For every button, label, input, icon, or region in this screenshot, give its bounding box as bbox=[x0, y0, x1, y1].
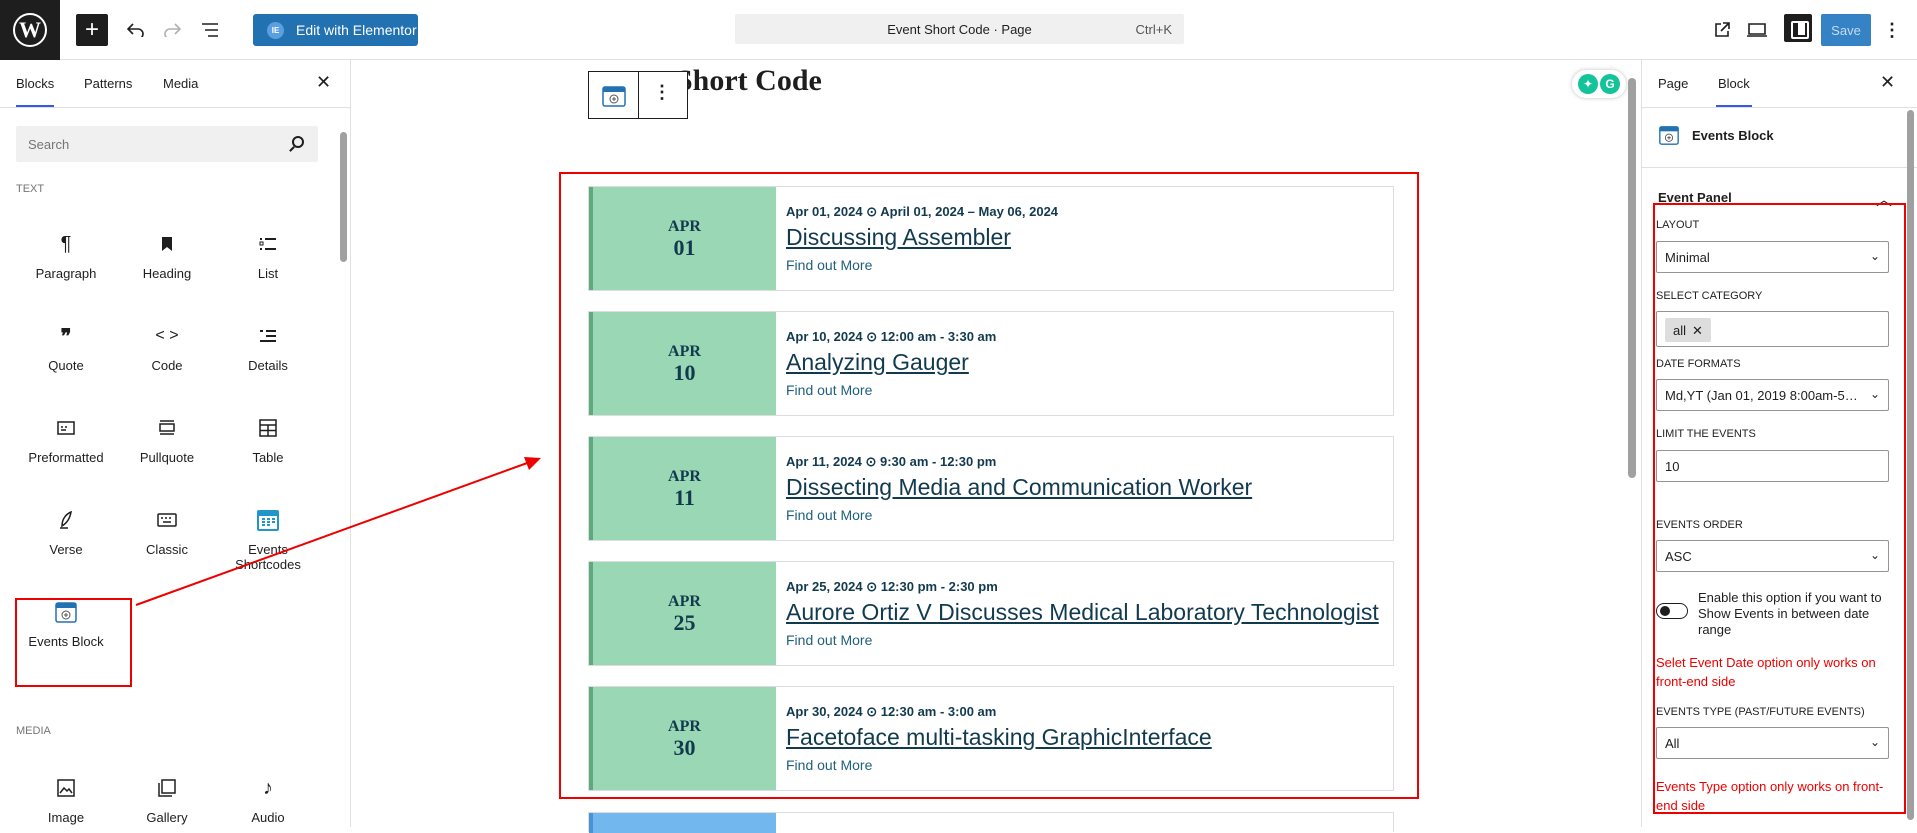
tab-block[interactable]: Block bbox=[1716, 76, 1752, 107]
events-type-label: EVENTS TYPE (PAST/FUTURE EVENTS) bbox=[1656, 706, 1865, 718]
settings-sidebar: Page Block ✕ Events Block Event Panel ︿ … bbox=[1641, 60, 1917, 827]
category-token: all ✕ bbox=[1665, 318, 1711, 342]
type-warning-text: Events Type option only works on front-e… bbox=[1656, 779, 1884, 813]
layout-value: Minimal bbox=[1665, 250, 1710, 265]
date-formats-value: Md,YT (Jan 01, 2019 8:00am-5:00pm) bbox=[1665, 388, 1886, 403]
date-range-toggle[interactable] bbox=[1656, 603, 1688, 619]
close-sidebar-icon[interactable]: ✕ bbox=[1880, 72, 1895, 93]
limit-label: LIMIT THE EVENTS bbox=[1656, 428, 1756, 440]
category-token-label: all bbox=[1673, 323, 1687, 338]
date-formats-label: DATE FORMATS bbox=[1656, 358, 1741, 370]
date-range-toggle-label: Enable this option if you want to Show E… bbox=[1698, 590, 1882, 637]
category-label: SELECT CATEGORY bbox=[1656, 290, 1763, 302]
order-value: ASC bbox=[1665, 549, 1692, 564]
chevron-down-icon: ⌄ bbox=[1869, 387, 1880, 401]
order-label: EVENTS ORDER bbox=[1656, 519, 1743, 531]
chevron-down-icon: ⌄ bbox=[1869, 548, 1880, 562]
chevron-down-icon: ⌄ bbox=[1869, 249, 1880, 263]
layout-label: LAYOUT bbox=[1656, 219, 1700, 231]
layout-select[interactable]: Minimal ⌄ bbox=[1656, 241, 1889, 273]
tab-page[interactable]: Page bbox=[1658, 76, 1688, 91]
category-token-field[interactable]: all ✕ bbox=[1656, 311, 1889, 347]
date-warning-text: Selet Event Date option only works on fr… bbox=[1656, 655, 1876, 689]
annotation-arrow bbox=[135, 457, 541, 606]
events-type-value: All bbox=[1665, 736, 1680, 751]
calendar-plus-icon bbox=[1658, 124, 1680, 145]
events-type-select[interactable]: All ⌄ bbox=[1656, 727, 1889, 759]
block-card: Events Block bbox=[1642, 108, 1917, 168]
date-formats-select[interactable]: Md,YT (Jan 01, 2019 8:00am-5:00pm) ⌄ bbox=[1656, 379, 1889, 411]
sidebar-scrollbar[interactable] bbox=[1907, 110, 1914, 820]
limit-input[interactable]: 10 bbox=[1656, 450, 1889, 482]
remove-token-icon[interactable]: ✕ bbox=[1692, 323, 1703, 338]
order-select[interactable]: ASC ⌄ bbox=[1656, 540, 1889, 572]
chevron-down-icon: ⌄ bbox=[1869, 735, 1880, 749]
block-card-title: Events Block bbox=[1692, 128, 1774, 143]
sidebar-tabs: Page Block ✕ bbox=[1642, 60, 1917, 108]
